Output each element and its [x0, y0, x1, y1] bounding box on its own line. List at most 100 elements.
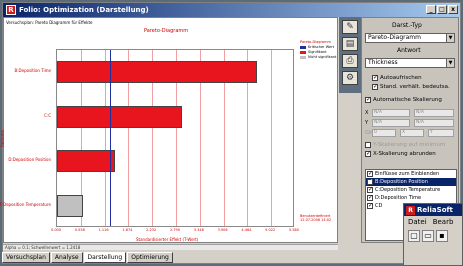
legend-swatch: [300, 51, 306, 54]
chart-title: Pareto-Diagramm: [144, 28, 189, 34]
category-label: C:C: [44, 112, 51, 118]
x-tick-label: 1.116: [98, 228, 109, 232]
plot-type-select[interactable]: Pareto-Diagramm ▼: [365, 33, 455, 43]
checkbox-box: ✓: [365, 96, 372, 103]
y-max-field[interactable]: N/A: [414, 119, 454, 127]
gridline: [271, 50, 273, 226]
x-tick-label: 5.580: [288, 228, 300, 232]
list-item[interactable]: ✓ C:Deposition Temperature: [366, 186, 456, 194]
reliasoft-toolbar: ▢ ▭ ▪: [404, 228, 462, 244]
plot-type-value: Pareto-Diagramm: [368, 34, 421, 41]
title-bar[interactable]: R Folio: Optimization (Darstellung) _ □ …: [3, 3, 460, 17]
y-axis-label: Faktoren: [0, 129, 6, 148]
list-item[interactable]: ✓ B:Deposition Position: [366, 178, 456, 186]
settings-icon[interactable]: ⚙: [342, 71, 358, 85]
y-label: Y: [365, 120, 369, 126]
x-axis-label: Standardisierter Effekt (T-Wert): [136, 237, 199, 242]
checkbox-box: [365, 142, 371, 148]
x-tick-label: 0.558: [74, 228, 85, 232]
fix-scale-checkbox[interactable]: Y-Skalierung auf minimum: [365, 142, 445, 148]
list-item-label: CD: [375, 203, 383, 209]
response-select[interactable]: Thickness ▼: [365, 58, 455, 68]
tab-versuchsplan[interactable]: Versuchsplan: [2, 252, 50, 263]
checkbox-label: Y-Skalierung auf minimum: [373, 142, 446, 148]
checkbox-label: Stand. verhält. bedeutsa.: [380, 84, 450, 90]
tab-analyse[interactable]: Analyse: [50, 252, 83, 263]
list-item[interactable]: ✓ D:Deposition Time: [366, 194, 456, 202]
plot-area: [56, 49, 294, 227]
grid-field-0[interactable]: 0: [372, 129, 396, 137]
plot-type-label: Darst.-Typ: [392, 22, 422, 29]
checkbox-label: Autoaufrischen: [380, 75, 422, 81]
round-x-checkbox[interactable]: ✓ X-Skalierung abrunden: [365, 151, 436, 157]
x-tick-label: 2.232: [146, 228, 157, 232]
checkbox-box: ✓: [372, 83, 379, 90]
save-icon[interactable]: ▪: [436, 230, 448, 242]
new-file-icon[interactable]: ▢: [408, 230, 420, 242]
auto-scale-checkbox[interactable]: ✓ Automatische Skalierung: [365, 97, 442, 103]
checkbox-box: ✓: [367, 178, 374, 185]
reliasoft-titlebar[interactable]: R ReliaSoft: [404, 204, 462, 216]
tab-optimierung[interactable]: Optimierung: [127, 252, 173, 263]
legend-item-not-significant: Nicht signifikant: [300, 55, 338, 60]
x-tick-label: 3.906: [217, 228, 228, 232]
list-item-label: D:Deposition Time: [375, 195, 422, 201]
legend-swatch: [300, 46, 306, 49]
x-tick-label: 3.348: [193, 228, 204, 232]
grid-field-x[interactable]: X: [400, 129, 424, 137]
x-tick-label: 1.674: [122, 228, 133, 232]
maximize-button[interactable]: □: [437, 5, 447, 14]
tab-bar: Versuchsplan Analyse Darstellung Optimie…: [2, 252, 174, 264]
x-tick-label: 2.790: [169, 228, 181, 232]
reliasoft-menu: Datei Bearb: [404, 216, 462, 228]
menu-datei[interactable]: Datei: [408, 218, 427, 226]
checkbox-box: ✓: [367, 170, 374, 177]
list-item-label: B:Deposition Position: [375, 179, 428, 185]
reliasoft-window[interactable]: R ReliaSoft Datei Bearb ▢ ▭ ▪: [403, 203, 463, 266]
edit-icon[interactable]: ✎: [342, 20, 358, 34]
menu-bearb[interactable]: Bearb: [433, 218, 454, 226]
chart-annotation: Benutzerdefiniert 12.07.2006 14:02: [300, 214, 332, 222]
response-label: Antwort: [397, 47, 421, 54]
x-label: X: [365, 110, 369, 116]
legend-label: Nicht signifikant: [308, 55, 337, 59]
reliasoft-title: ReliaSoft: [417, 206, 453, 214]
effects-list-header[interactable]: ✓ Einflüsse zum Einblenden: [366, 170, 456, 178]
x-max-field[interactable]: N/A: [414, 109, 454, 117]
window-title: Folio: Optimization (Darstellung): [19, 6, 149, 14]
close-button[interactable]: x: [448, 5, 458, 14]
minimize-button[interactable]: _: [426, 5, 436, 14]
chart-header: Versuchsplan: Pareto Diagramm für Effekt…: [6, 20, 93, 25]
auto-refresh-checkbox[interactable]: ✓ Autoaufrischen: [372, 75, 422, 81]
bar[interactable]: [57, 61, 257, 84]
list-item-label: C:Deposition Temperature: [375, 187, 441, 193]
chevron-down-icon: ▼: [446, 34, 454, 42]
open-folder-icon[interactable]: ▭: [422, 230, 434, 242]
x-min-field[interactable]: N/A: [372, 109, 410, 117]
reliasoft-logo: R: [406, 205, 415, 215]
list-item-label: Einflüsse zum Einblenden: [375, 171, 440, 177]
y-min-field[interactable]: N/A: [372, 119, 410, 127]
checkbox-label: X-Skalierung abrunden: [373, 151, 436, 157]
response-value: Thickness: [368, 59, 398, 66]
checkbox-label: Automatische Skalierung: [373, 97, 442, 103]
grid-field-y[interactable]: Y: [428, 129, 454, 137]
app-icon: R: [6, 5, 16, 15]
x-tick-label: 0.000: [50, 228, 62, 232]
checkbox-box: ✓: [365, 150, 372, 157]
x-tick-label: 5.022: [265, 228, 276, 232]
legend: Pareto-Diagramm Kritischer Wert Signifik…: [300, 40, 338, 60]
chart-icon[interactable]: ▤: [342, 37, 358, 51]
bar[interactable]: [57, 105, 182, 128]
bar[interactable]: [57, 150, 115, 173]
tab-darstellung[interactable]: Darstellung: [83, 252, 127, 263]
critical-value-line: [109, 50, 111, 226]
category-label: D:Deposition Position: [8, 157, 51, 163]
legend-swatch: [300, 56, 306, 59]
checkbox-box: ✓: [367, 186, 374, 193]
bar[interactable]: [57, 194, 84, 217]
category-label: F:Deposition Temperature: [0, 201, 51, 207]
status-strip: Alpha = 0.1; Schwellenwert = 1.2418: [3, 244, 338, 250]
print-icon[interactable]: ⎙: [342, 54, 358, 68]
std-effects-checkbox[interactable]: ✓ Stand. verhält. bedeutsa.: [372, 84, 450, 90]
